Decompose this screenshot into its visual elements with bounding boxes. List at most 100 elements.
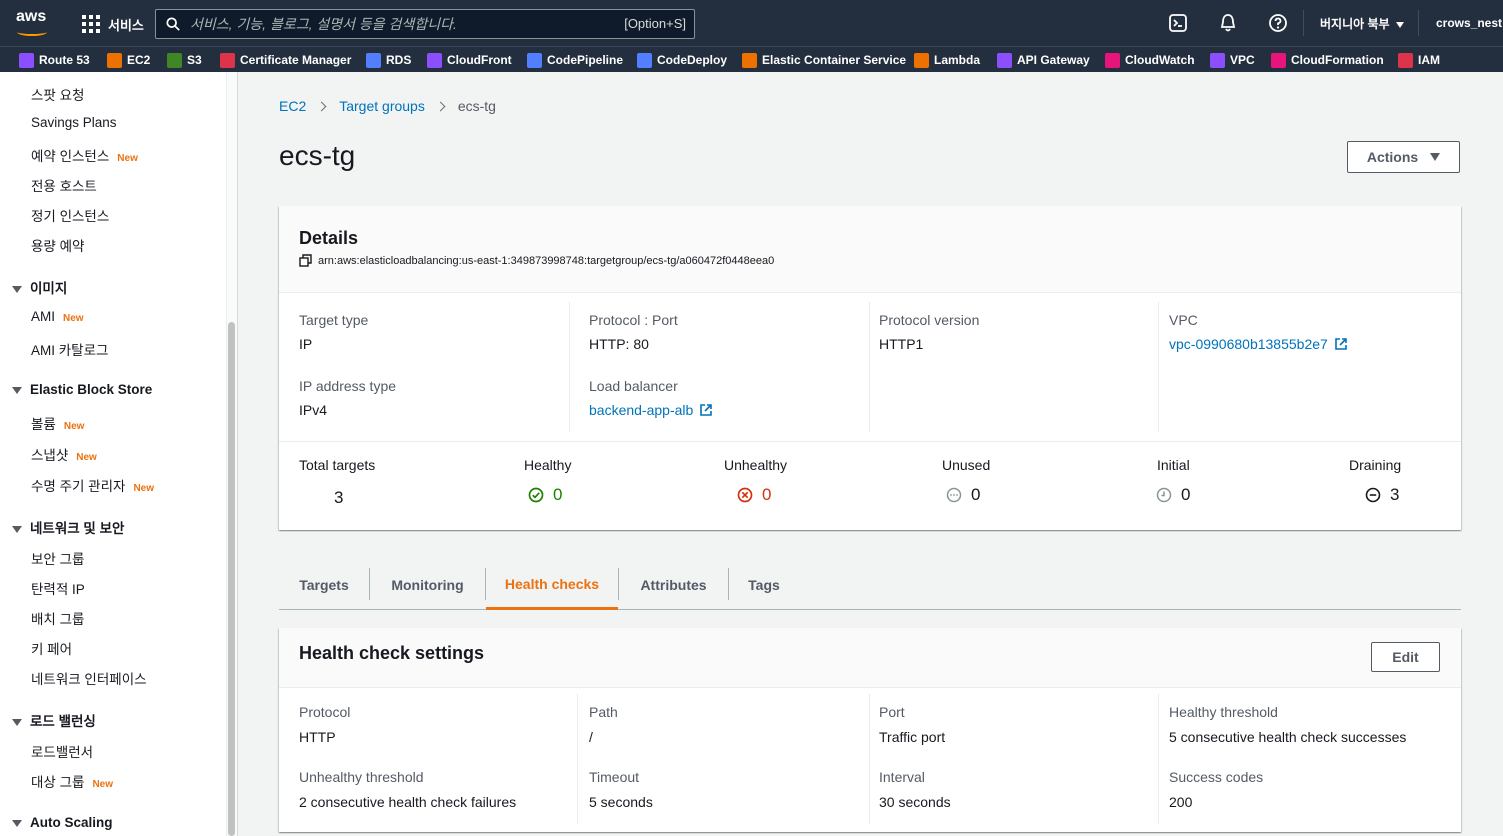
sidebar-item-label: 키 페어 [31,642,73,657]
hc-unhealthy-threshold-label: Unhealthy threshold [299,769,424,785]
favorite-label: CloudFront [447,53,512,67]
favorite-lambda[interactable]: Lambda [914,52,980,68]
tab-label: Health checks [504,575,600,592]
details-header: Details arn:aws:elasticloadbalancing:us-… [279,206,1461,293]
region-selector[interactable]: 버지니아 북부 [1320,15,1404,32]
sidebar-group-network-security[interactable]: 네트워크 및 보안 [12,517,124,537]
favorite-codedeploy[interactable]: CodeDeploy [637,52,727,68]
page-title: ecs-tg [279,140,356,171]
sidebar-item-label: 정기 인스턴스 [31,209,110,224]
sidebar-item-placement-groups[interactable]: 배치 그룹 [31,608,84,628]
unused-count: 0 [946,485,980,505]
sidebar-item-dedicated-hosts[interactable]: 전용 호스트 [31,175,97,195]
favorite-iam[interactable]: IAM [1398,52,1440,68]
search-box[interactable]: [Option+S] [155,9,695,39]
sidebar-group-load-balancing[interactable]: 로드 밸런싱 [12,710,96,730]
favorite-cloudformation[interactable]: CloudFormation [1271,52,1384,68]
sidebar-item-label: 로드밸런서 [31,745,94,760]
favorites-bar: Route 53 EC2 S3 Certificate Manager RDS … [0,46,1503,72]
hc-success-codes-label: Success codes [1169,769,1264,785]
status-unused-icon [946,487,962,503]
cloudshell-icon[interactable] [1168,13,1188,33]
health-check-panel: Health check settings Edit Protocol HTTP… [279,628,1461,832]
region-label: 버지니아 북부 [1320,17,1390,31]
favorite-ecs[interactable]: Elastic Container Service [742,52,906,68]
tab-health-checks[interactable]: Health checks [486,560,618,610]
tab-monitoring[interactable]: Monitoring [370,560,485,610]
favorite-label: CloudWatch [1125,53,1195,67]
sidebar-item-reserved-instances[interactable]: 예약 인스턴스 New [31,145,138,165]
favorite-ec2[interactable]: EC2 [107,52,150,68]
favorite-route53[interactable]: Route 53 [19,52,90,68]
breadcrumb-ec2[interactable]: EC2 [279,98,306,114]
column-divider [1158,694,1159,824]
account-menu[interactable]: crows_nest [1436,16,1502,30]
sidebar-group-ebs[interactable]: Elastic Block Store [12,382,152,397]
sidebar-group-label: 이미지 [30,281,68,296]
column-divider [869,302,870,432]
sidebar-item-security-groups[interactable]: 보안 그룹 [31,548,84,568]
favorite-s3[interactable]: S3 [167,52,202,68]
services-menu[interactable]: 서비스 [108,15,144,34]
favorite-codepipeline[interactable]: CodePipeline [527,52,623,68]
sidebar-item-snapshots[interactable]: 스냅샷 New [31,444,97,464]
column-divider [869,694,870,824]
sidebar-item-network-interfaces[interactable]: 네트워크 인터페이스 [31,668,147,688]
sidebar-item-ami-catalog[interactable]: AMI 카탈로그 [31,339,108,359]
services-grid-icon[interactable] [82,15,100,33]
target-type-label: Target type [299,312,369,328]
sidebar-item-load-balancers[interactable]: 로드밸런서 [31,741,93,761]
hc-protocol-label: Protocol [299,704,351,720]
hc-interval-label: Interval [879,769,925,785]
tab-attributes[interactable]: Attributes [619,560,728,610]
sidebar-item-label: 탄력적 IP [31,582,85,597]
breadcrumb-target-groups[interactable]: Target groups [339,98,425,114]
copy-icon[interactable] [299,254,312,267]
sidebar-item-capacity-reservations[interactable]: 용량 예약 [31,235,84,255]
load-balancer-label: Load balancer [589,378,678,394]
load-balancer-link[interactable]: backend-app-alb [589,402,713,418]
tab-targets[interactable]: Targets [279,560,369,610]
search-input[interactable] [190,14,610,34]
favorite-label: CodeDeploy [657,53,728,67]
actions-button[interactable]: Actions [1347,141,1460,173]
sidebar-item-elastic-ips[interactable]: 탄력적 IP [31,578,85,598]
sidebar-item-ami[interactable]: AMI New [31,309,84,324]
sidebar-item-target-groups[interactable]: 대상 그룹 New [31,771,113,791]
sidebar-scrollbar-thumb[interactable] [228,322,235,836]
favorite-certificate-manager[interactable]: Certificate Manager [220,52,351,68]
tab-tags[interactable]: Tags [729,560,799,610]
sidebar-item-label: 수명 주기 관리자 [31,479,126,494]
vpc-label: VPC [1169,312,1198,328]
favorite-cloudfront[interactable]: CloudFront [427,52,512,68]
aws-logo[interactable]: aws [16,8,50,38]
sidebar-item-spot-requests[interactable]: 스팟 요청 [31,84,84,104]
sidebar-item-lifecycle-manager[interactable]: 수명 주기 관리자 New [31,475,154,495]
sidebar-item-scheduled-instances[interactable]: 정기 인스턴스 [31,205,109,225]
favorite-cloudwatch[interactable]: CloudWatch [1105,52,1195,68]
arn-text: arn:aws:elasticloadbalancing:us-east-1:3… [318,254,775,267]
details-panel: Details arn:aws:elasticloadbalancing:us-… [279,206,1461,530]
sidebar-item-volumes[interactable]: 볼륨 New [31,413,84,433]
sidebar-group-auto-scaling[interactable]: Auto Scaling [12,815,113,830]
unhealthy-label: Unhealthy [724,457,788,473]
help-icon[interactable] [1268,13,1288,33]
hc-port-label: Port [879,704,905,720]
sidebar-group-images[interactable]: 이미지 [12,277,67,297]
initial-value: 0 [1181,485,1191,504]
protocol-version-value: HTTP1 [879,336,924,352]
favorite-rds[interactable]: RDS [366,52,411,68]
edit-button-label: Edit [1392,649,1419,665]
hc-unhealthy-threshold-value: 2 consecutive health check failures [299,794,517,810]
sidebar-item-key-pairs[interactable]: 키 페어 [31,638,72,658]
sidebar-item-label: 용량 예약 [31,239,85,254]
favorite-label: EC2 [127,53,151,67]
cloudfront-icon [427,52,442,68]
favorite-api-gateway[interactable]: API Gateway [997,52,1090,68]
favorite-vpc[interactable]: VPC [1210,52,1255,68]
notifications-bell-icon[interactable] [1218,13,1238,33]
sidebar-item-savings-plans[interactable]: Savings Plans [31,115,117,130]
vpc-link[interactable]: vpc-0990680b13855b2e7 [1169,336,1348,352]
edit-button[interactable]: Edit [1371,642,1440,672]
sidebar-item-label: AMI [31,309,56,324]
